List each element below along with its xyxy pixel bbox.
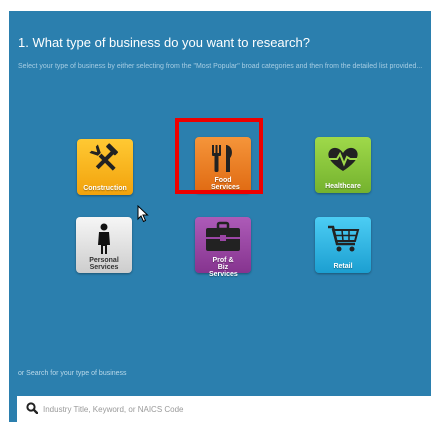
category-label: Prof & Biz Services (209, 257, 238, 278)
category-personal-services-tile[interactable]: Personal Services (76, 217, 132, 273)
selection-highlight (175, 118, 263, 194)
category-label: Personal Services (89, 257, 119, 271)
category-label: Construction (83, 185, 127, 192)
category-label: Healthcare (325, 183, 361, 190)
shopping-cart-icon (328, 225, 360, 252)
category-retail-tile[interactable]: Retail (315, 217, 371, 273)
category-label: Retail (333, 263, 353, 270)
person-icon (98, 223, 110, 254)
tools-icon (89, 143, 119, 171)
search-bar[interactable] (17, 396, 431, 422)
search-icon (26, 402, 38, 414)
heart-pulse-icon (328, 147, 358, 171)
category-healthcare-tile[interactable]: Healthcare (315, 137, 371, 193)
category-construction-tile[interactable]: Construction (77, 139, 133, 195)
instructions-text: Select your type of business by either s… (18, 63, 423, 70)
search-input[interactable] (43, 399, 423, 419)
mouse-pointer-icon (137, 205, 149, 223)
briefcase-icon (206, 221, 240, 251)
page-title: 1. What type of business do you want to … (18, 35, 310, 50)
business-research-panel: 1. What type of business do you want to … (9, 11, 431, 422)
category-prof-biz-services-tile[interactable]: Prof & Biz Services (195, 217, 251, 278)
search-prompt-label: or Search for your type of business (18, 370, 127, 377)
